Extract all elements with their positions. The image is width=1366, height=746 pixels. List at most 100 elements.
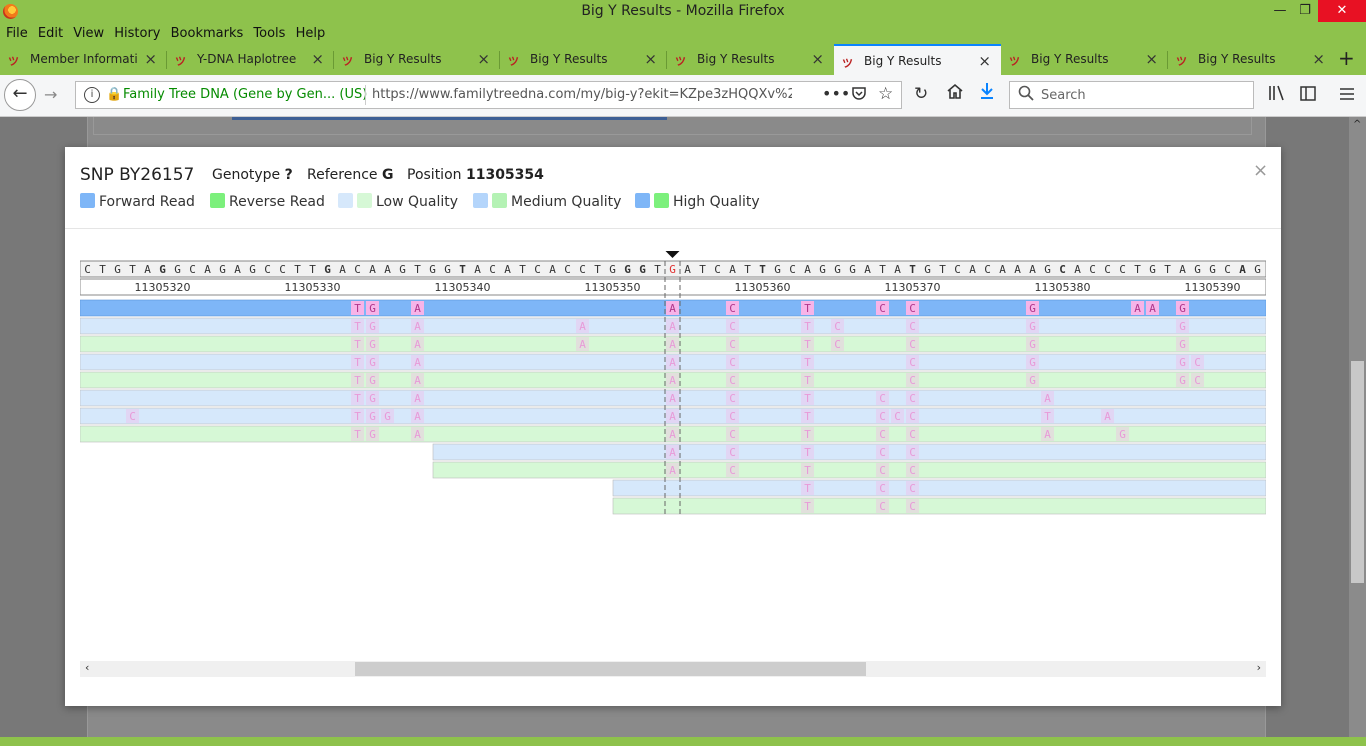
reference-base: C — [714, 263, 721, 276]
reference-base: A — [384, 263, 391, 276]
tab-close-icon[interactable]: × — [477, 50, 490, 68]
reference-base: A — [504, 263, 511, 276]
page-actions-button[interactable]: ••• — [822, 84, 850, 103]
alignment-svg: CTGTAGGCAGAGCCTTGACAAGTGGTACATCACCTGGGTG… — [80, 251, 1266, 516]
reference-base: T — [294, 263, 301, 276]
menu-icon[interactable] — [1340, 86, 1354, 106]
tab-close-icon[interactable]: × — [1312, 50, 1325, 68]
scroll-up-arrow-icon[interactable]: ^ — [1353, 119, 1361, 130]
download-icon[interactable] — [979, 81, 995, 106]
scroll-right-arrow-icon[interactable]: › — [1257, 661, 1261, 674]
tab-close-icon[interactable]: × — [144, 50, 157, 68]
menu-edit[interactable]: Edit — [32, 24, 63, 44]
legend-swatch — [210, 193, 225, 208]
back-button[interactable]: ← — [4, 79, 36, 111]
ftdna-favicon-icon: ツ — [508, 55, 519, 68]
read-bar — [612, 497, 1266, 515]
position-marker-icon — [665, 251, 680, 258]
site-info-icon[interactable]: i — [84, 87, 100, 103]
lock-icon: 🔒 — [106, 87, 123, 102]
mismatch-base: C — [909, 392, 916, 405]
mismatch-base: T — [354, 374, 361, 387]
mismatch-base: T — [804, 500, 811, 513]
url-text[interactable]: https://www.familytreedna.com/my/big-y?e… — [372, 87, 792, 102]
tab-member-information[interactable]: ツ Member Informatio × — [0, 44, 167, 75]
reference-base: C — [1089, 263, 1096, 276]
mismatch-base: G — [1029, 356, 1036, 369]
sidebar-icon[interactable] — [1300, 86, 1316, 106]
tab-big-y-results-1[interactable]: ツ Big Y Results × — [334, 44, 500, 75]
mismatch-base: C — [729, 338, 736, 351]
bookmark-star-icon[interactable]: ☆ — [878, 84, 893, 104]
pocket-icon[interactable] — [851, 86, 867, 105]
page-scrollbar-thumb[interactable] — [1351, 361, 1364, 583]
tab-close-icon[interactable]: × — [644, 50, 657, 68]
reference-base: T — [654, 263, 661, 276]
mismatch-base: A — [669, 428, 676, 441]
mismatch-base: C — [1194, 374, 1201, 387]
mismatch-base: T — [804, 464, 811, 477]
legend-swatch — [654, 193, 669, 208]
menu-view[interactable]: View — [67, 24, 104, 44]
forward-button[interactable]: → — [44, 85, 57, 104]
legend-medium-quality: Medium Quality — [473, 193, 621, 211]
page-scrollbar[interactable]: ^ — [1349, 117, 1366, 746]
scroll-left-arrow-icon[interactable]: ‹ — [85, 661, 89, 674]
maximize-button[interactable]: ❐ — [1294, 0, 1316, 22]
reference-base: G — [834, 263, 841, 276]
reference-base: G — [219, 263, 226, 276]
menu-help[interactable]: Help — [290, 24, 326, 44]
alignment-viewer[interactable]: CTGTAGGCAGAGCCTTGACAAGTGGTACATCACCTGGGTG… — [80, 251, 1266, 661]
tab-close-icon[interactable]: × — [978, 52, 991, 70]
mismatch-base: G — [1179, 338, 1186, 351]
home-icon[interactable] — [946, 82, 964, 105]
reference-base: T — [939, 263, 946, 276]
alignment-scrollbar[interactable]: ‹ › — [80, 661, 1266, 677]
position-value: 11305354 — [465, 167, 544, 183]
menu-history[interactable]: History — [108, 24, 160, 44]
minimize-button[interactable]: — — [1266, 0, 1294, 22]
reference-base: A — [1179, 263, 1186, 276]
close-window-button[interactable]: ✕ — [1318, 0, 1366, 22]
axis-tick-label: 11305320 — [135, 281, 191, 294]
tab-big-y-results-6[interactable]: ツ Big Y Results × — [1168, 44, 1335, 75]
mismatch-base: T — [1044, 410, 1051, 423]
mismatch-base: G — [1179, 374, 1186, 387]
modal-close-button[interactable]: × — [1253, 160, 1268, 181]
mismatch-base: G — [1119, 428, 1126, 441]
menu-tools[interactable]: Tools — [247, 24, 285, 44]
mismatch-base: C — [879, 428, 886, 441]
tab-big-y-results-3[interactable]: ツ Big Y Results × — [667, 44, 834, 75]
reference-base: T — [594, 263, 601, 276]
mismatch-base: T — [804, 302, 811, 315]
url-bar[interactable]: i 🔒 Family Tree DNA (Gene by Gen... (US)… — [75, 81, 902, 109]
tab-big-y-results-active[interactable]: ツ Big Y Results × — [834, 44, 1001, 75]
mismatch-base: C — [729, 374, 736, 387]
mismatch-base: C — [909, 356, 916, 369]
mismatch-base: C — [909, 410, 916, 423]
tab-close-icon[interactable]: × — [1145, 50, 1158, 68]
tab-big-y-results-2[interactable]: ツ Big Y Results × — [500, 44, 667, 75]
read-bar — [432, 443, 1266, 461]
reference-base: A — [1029, 263, 1036, 276]
site-identity[interactable]: Family Tree DNA (Gene by Gen... (US) — [123, 87, 367, 102]
search-input[interactable]: Search — [1009, 81, 1254, 109]
reference-base: C — [279, 263, 286, 276]
reference-base: G — [114, 263, 121, 276]
new-tab-button[interactable]: + — [1338, 46, 1355, 70]
reload-icon[interactable]: ↻ — [914, 84, 928, 104]
tab-big-y-results-5[interactable]: ツ Big Y Results × — [1001, 44, 1168, 75]
tab-close-icon[interactable]: × — [311, 50, 324, 68]
menu-file[interactable]: File — [0, 24, 28, 44]
mismatch-base: A — [1044, 428, 1051, 441]
tab-close-icon[interactable]: × — [811, 50, 824, 68]
alignment-scrollbar-thumb[interactable] — [355, 662, 866, 676]
mismatch-base: G — [369, 356, 376, 369]
reference-base: A — [369, 263, 376, 276]
menu-bookmarks[interactable]: Bookmarks — [165, 24, 244, 44]
tab-y-dna-haplotree[interactable]: ツ Y-DNA Haplotree × — [167, 44, 334, 75]
mismatch-base: G — [1029, 302, 1036, 315]
mismatch-base: T — [354, 302, 361, 315]
library-icon[interactable] — [1268, 85, 1285, 106]
reference-base: G — [819, 263, 826, 276]
